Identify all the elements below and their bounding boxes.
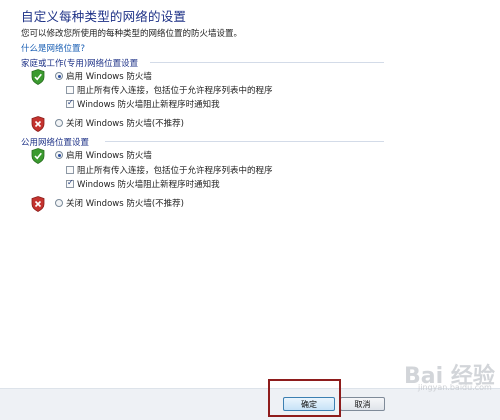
page-description: 您可以修改您所使用的每种类型的网络位置的防火墙设置。 bbox=[21, 29, 243, 39]
home-section-divider bbox=[150, 62, 384, 63]
home-disable-label: 关闭 Windows 防火墙(不推荐) bbox=[66, 119, 184, 129]
public-block-all-checkbox[interactable] bbox=[66, 166, 74, 174]
home-notify-label: Windows 防火墙阻止新程序时通知我 bbox=[77, 100, 220, 110]
shield-x-icon bbox=[31, 196, 45, 212]
public-block-all-label: 阻止所有传入连接，包括位于允许程序列表中的程序 bbox=[77, 166, 273, 176]
home-notify-checkbox[interactable] bbox=[66, 98, 74, 108]
home-enable-radio[interactable] bbox=[55, 72, 63, 80]
button-bar bbox=[0, 388, 500, 420]
home-block-all-label: 阻止所有传入连接，包括位于允许程序列表中的程序 bbox=[77, 86, 273, 96]
shield-check-icon bbox=[31, 69, 45, 85]
shield-x-icon bbox=[31, 116, 45, 132]
highlight-box bbox=[268, 379, 341, 417]
watermark-url: jingyan.baidu.com bbox=[418, 383, 492, 392]
public-enable-radio[interactable] bbox=[55, 151, 63, 159]
home-block-all-checkbox[interactable] bbox=[66, 86, 74, 94]
home-enable-label: 启用 Windows 防火墙 bbox=[66, 72, 152, 82]
page-title: 自定义每种类型的网络的设置 bbox=[21, 9, 187, 24]
public-disable-radio[interactable] bbox=[55, 199, 63, 207]
home-disable-radio[interactable] bbox=[55, 119, 63, 127]
public-notify-checkbox[interactable] bbox=[66, 178, 74, 188]
public-notify-label: Windows 防火墙阻止新程序时通知我 bbox=[77, 180, 220, 190]
public-section-divider bbox=[105, 141, 384, 142]
home-section-title: 家庭或工作(专用)网络位置设置 bbox=[21, 59, 139, 69]
cancel-button[interactable]: 取消 bbox=[340, 397, 385, 411]
help-link[interactable]: 什么是网络位置? bbox=[21, 42, 85, 54]
public-enable-label: 启用 Windows 防火墙 bbox=[66, 151, 152, 161]
public-disable-label: 关闭 Windows 防火墙(不推荐) bbox=[66, 199, 184, 209]
public-section-title: 公用网络位置设置 bbox=[21, 138, 90, 148]
shield-check-icon bbox=[31, 148, 45, 164]
